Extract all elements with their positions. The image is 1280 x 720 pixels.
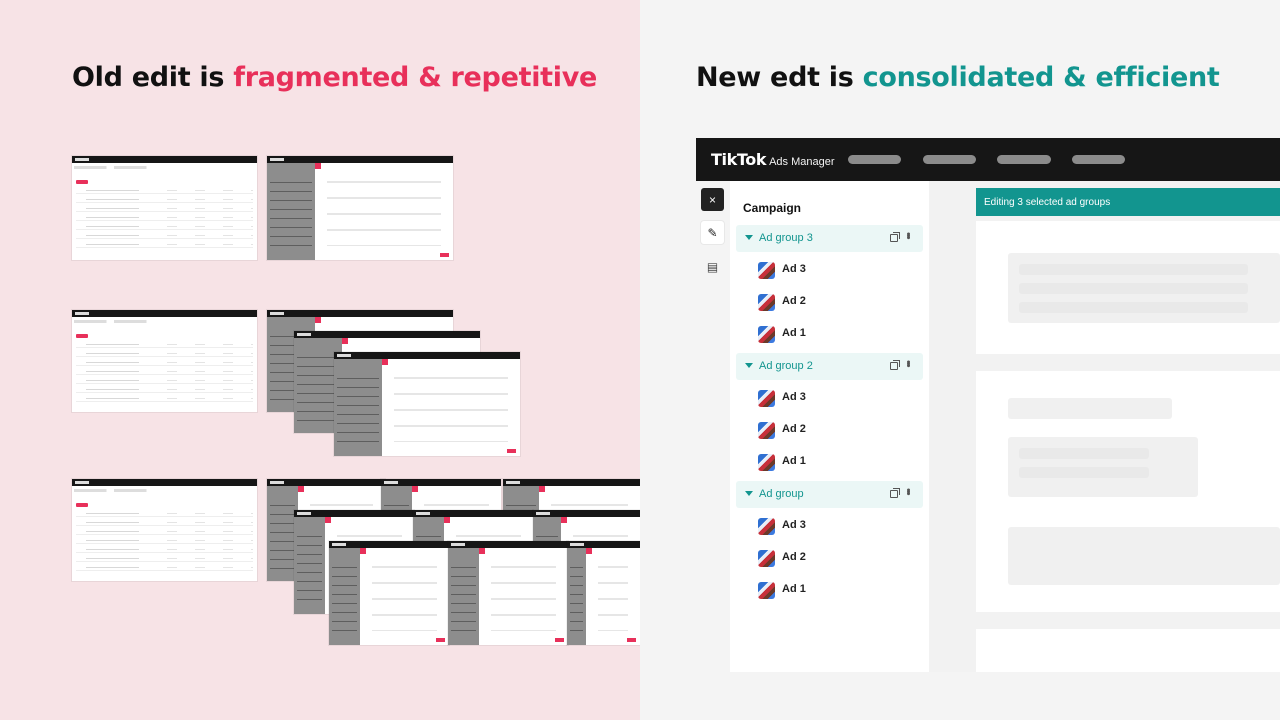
ad-thumbnail [758,518,775,535]
old-edit-ad-screenshot-8 [448,541,568,645]
tree-ad-item[interactable]: Ad 2 [758,292,908,312]
duplicate-icon[interactable] [890,360,900,370]
nav-placeholder-2[interactable] [923,155,976,164]
ad-thumbnail [758,550,775,567]
old-ad-list-screenshot [72,479,257,581]
old-campaign-list-screenshot [72,156,257,260]
pencil-icon: ✎ [707,225,718,240]
skeleton-line [1019,302,1248,313]
old-edit-campaign-screenshot [267,156,453,260]
brand: TikTok Ads Manager [711,150,835,170]
side-rail: × ✎ ▤ [696,181,730,672]
tree-ad-item[interactable]: Ad 1 [758,452,908,472]
ad-label: Ad 3 [782,391,806,403]
selection-banner-text: Editing 3 selected ad groups [984,197,1111,208]
campaign-title[interactable]: Campaign [743,201,801,215]
ad-group-label: Ad group 2 [759,360,813,372]
tiktok-logo: TikTok [711,150,767,169]
ad-label: Ad 1 [782,583,806,595]
close-button[interactable]: × [701,188,724,211]
old-adgroup-list-screenshot [72,310,257,412]
ad-label: Ad 1 [782,455,806,467]
old-headline-accent: fragmented & repetitive [233,62,598,93]
duplicate-icon[interactable] [890,488,900,498]
new-headline-prefix: New edt is [696,62,863,93]
skeleton-line [1019,264,1248,275]
ad-thumbnail [758,326,775,343]
ad-label: Ad 2 [782,551,806,563]
caret-down-icon[interactable] [745,235,753,240]
nav-placeholder-3[interactable] [997,155,1051,164]
skeleton-line [1019,283,1248,294]
new-headline-accent: consolidated & efficient [862,62,1220,93]
settings-card-1 [976,221,1280,354]
ad-thumbnail [758,422,775,439]
tree-ad-group-2[interactable]: Ad group 2 ••• [736,353,923,380]
skeleton-line [1019,448,1149,459]
old-edit-ad-screenshot-7 [329,541,449,645]
document-button[interactable]: ▤ [701,255,724,278]
ad-group-label: Ad group 3 [759,232,813,244]
tree-ad-item[interactable]: Ad 3 [758,388,908,408]
tree-ad-item[interactable]: Ad 1 [758,324,908,344]
ad-group-label: Ad group [759,488,804,500]
duplicate-icon[interactable] [890,232,900,242]
tree-ad-item[interactable]: Ad 2 [758,548,908,568]
campaign-tree: Campaign Ad group 3 ••• Ad 3 Ad 2 Ad 1 A… [730,181,929,672]
skeleton-block [1008,527,1280,585]
old-edit-ad-screenshot-9 [567,541,640,645]
edit-mode-button[interactable]: ✎ [701,221,724,244]
caret-down-icon[interactable] [745,363,753,368]
nav-placeholder-1[interactable] [848,155,901,164]
skeleton-line [1008,398,1172,419]
tree-ad-group[interactable]: Ad group ••• [736,481,923,508]
ad-label: Ad 3 [782,263,806,275]
tree-ad-item[interactable]: Ad 3 [758,260,908,280]
top-bar: TikTok Ads Manager [696,138,1280,181]
ad-label: Ad 1 [782,327,806,339]
old-edit-panel: Old edit is fragmented & repetitive [0,0,640,720]
tree-ad-group-3[interactable]: Ad group 3 ••• [736,225,923,252]
old-edit-headline: Old edit is fragmented & repetitive [72,62,597,93]
more-options-icon[interactable]: ••• [902,488,914,494]
ad-label: Ad 3 [782,519,806,531]
ad-thumbnail [758,390,775,407]
settings-card-3 [976,629,1280,672]
tree-ad-item[interactable]: Ad 3 [758,516,908,536]
old-edit-adgroup-screenshot-3 [334,352,520,456]
ads-manager-label: Ads Manager [769,156,835,168]
edit-workspace: Editing 3 selected ad groups [929,181,1280,672]
document-icon: ▤ [706,259,719,274]
nav-placeholder-4[interactable] [1072,155,1125,164]
ad-thumbnail [758,582,775,599]
old-headline-prefix: Old edit is [72,62,234,93]
settings-card-2 [976,371,1280,612]
ad-thumbnail [758,454,775,471]
ad-thumbnail [758,262,775,279]
ad-label: Ad 2 [782,423,806,435]
new-edit-headline: New edt is consolidated & efficient [696,62,1220,93]
more-options-icon[interactable]: ••• [902,360,914,366]
ads-manager-window: TikTok Ads Manager × ✎ ▤ Campaign Ad grou… [696,138,1280,672]
selection-banner: Editing 3 selected ad groups [976,188,1280,216]
skeleton-line [1019,467,1149,478]
ad-thumbnail [758,294,775,311]
close-icon: × [708,192,716,207]
ad-label: Ad 2 [782,295,806,307]
more-options-icon[interactable]: ••• [902,232,914,238]
tree-ad-item[interactable]: Ad 2 [758,420,908,440]
caret-down-icon[interactable] [745,491,753,496]
tree-ad-item[interactable]: Ad 1 [758,580,908,600]
